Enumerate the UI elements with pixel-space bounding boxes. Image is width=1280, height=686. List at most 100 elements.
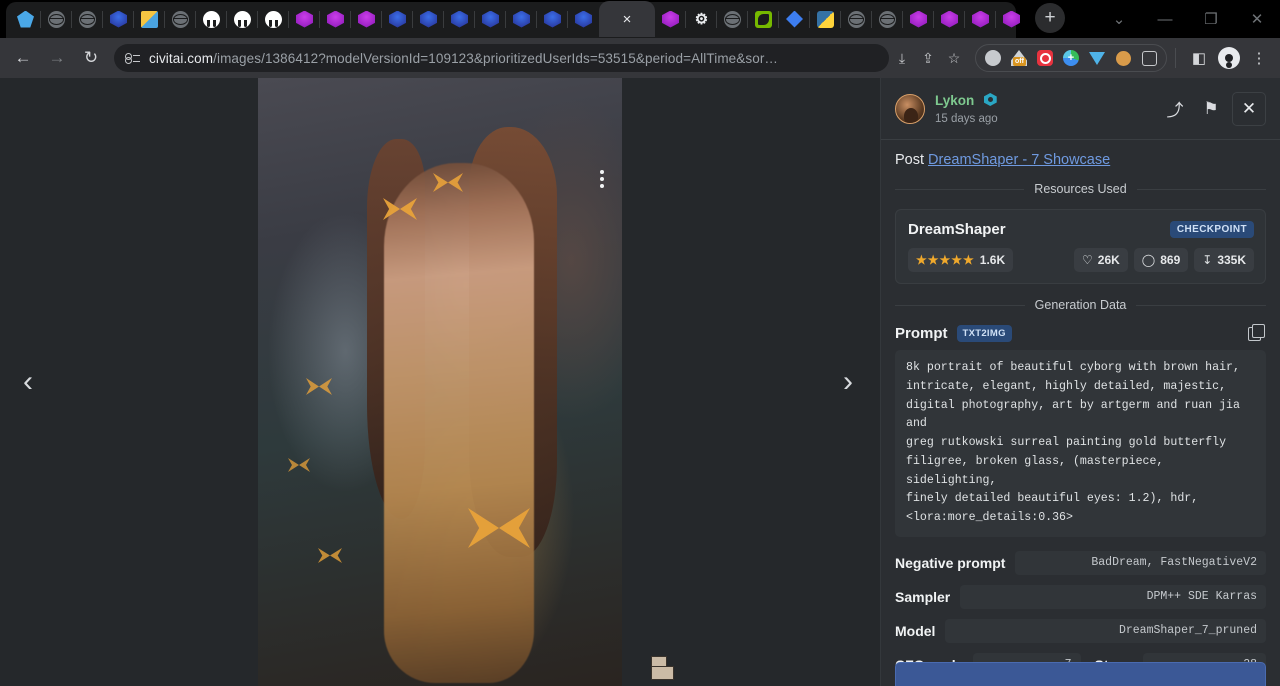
opera-extension-icon[interactable]	[1033, 46, 1057, 70]
address-bar[interactable]: civitai.com/images/1386412?modelVersionI…	[114, 44, 889, 72]
tab-list: × ⚙ +	[0, 0, 1065, 38]
generated-image[interactable]	[258, 78, 622, 686]
previous-image-button[interactable]: ‹	[6, 360, 50, 404]
unstableboard-icon	[941, 11, 958, 28]
browser-tab[interactable]	[717, 4, 748, 34]
side-panel-icon[interactable]: ◧	[1184, 43, 1214, 73]
post-timestamp: 15 days ago	[935, 112, 998, 126]
browser-tab[interactable]	[996, 4, 1027, 34]
browser-menu-icon[interactable]: ⋮	[1244, 43, 1274, 73]
share-icon[interactable]: ⤴	[1160, 94, 1190, 124]
browser-tab[interactable]	[382, 4, 413, 34]
post-label: Post	[895, 152, 924, 168]
browser-tab[interactable]	[444, 4, 475, 34]
browser-tab[interactable]	[41, 4, 72, 34]
copy-icon[interactable]	[1248, 324, 1266, 342]
gem-extension-icon[interactable]	[1085, 46, 1109, 70]
profile-avatar[interactable]	[1214, 43, 1244, 73]
tab-strip: × ⚙ + ⌄ — ❐ ✕	[0, 0, 1280, 38]
resource-card[interactable]: DreamShaper CHECKPOINT ★★★★★ 1.6K ♡ 26K	[895, 209, 1266, 284]
puzzle-extensions-icon[interactable]	[1137, 46, 1161, 70]
python-icon	[817, 11, 834, 28]
browser-tab[interactable]	[872, 4, 903, 34]
image-options-menu[interactable]	[592, 166, 612, 192]
gear-icon: ⚙	[693, 11, 710, 28]
image-details-sidebar: Lykon 15 days ago ⤴ ⚑ ✕ Post DreamShaper…	[880, 78, 1280, 686]
heart-icon: ♡	[1082, 253, 1093, 267]
maximize-button[interactable]: ❐	[1188, 0, 1234, 38]
unstableboard-icon	[662, 11, 679, 28]
adblock-off-extension-icon[interactable]: off	[1007, 46, 1031, 70]
sidebar-header: Lykon 15 days ago ⤴ ⚑ ✕	[881, 78, 1280, 126]
param-label: Model	[895, 623, 935, 639]
browser-tab[interactable]	[903, 4, 934, 34]
browser-tab[interactable]	[227, 4, 258, 34]
new-tab-button[interactable]: +	[1035, 3, 1065, 33]
civitai-icon	[575, 11, 592, 28]
browser-tab[interactable]	[134, 4, 165, 34]
browser-tab[interactable]	[10, 4, 41, 34]
bookmark-star-icon[interactable]: ☆	[941, 45, 967, 71]
tab-search-icon[interactable]: ⌄	[1096, 0, 1142, 38]
browser-tab[interactable]	[934, 4, 965, 34]
browser-tab[interactable]	[103, 4, 134, 34]
browser-tab[interactable]	[506, 4, 537, 34]
cookie-extension-icon[interactable]	[1111, 46, 1135, 70]
browser-tab[interactable]	[779, 4, 810, 34]
browser-tab[interactable]	[537, 4, 568, 34]
browser-tab[interactable]	[289, 4, 320, 34]
close-window-button[interactable]: ✕	[1234, 0, 1280, 38]
install-app-icon[interactable]: ⤓	[889, 45, 915, 71]
close-icon[interactable]: ×	[623, 12, 632, 27]
flag-report-icon[interactable]: ⚑	[1196, 94, 1226, 124]
browser-tab[interactable]	[748, 4, 779, 34]
browser-toolbar: ← → ↻ civitai.com/images/1386412?modelVe…	[0, 38, 1280, 78]
reload-button[interactable]: ↻	[74, 41, 108, 75]
next-image-button[interactable]: ›	[826, 360, 870, 404]
likes-pill[interactable]: ♡ 26K	[1074, 248, 1128, 272]
microsoft-store-icon	[141, 11, 158, 28]
post-link[interactable]: DreamShaper - 7 Showcase	[928, 152, 1110, 168]
browser-tab[interactable]	[413, 4, 444, 34]
browser-tab[interactable]	[320, 4, 351, 34]
site-settings-icon[interactable]	[124, 50, 140, 66]
downloads-pill[interactable]: ↧ 335K	[1194, 248, 1254, 272]
prompt-text[interactable]: 8k portrait of beautiful cyborg with bro…	[895, 350, 1266, 536]
txt2img-badge: TXT2IMG	[957, 325, 1012, 342]
browser-tab[interactable]	[568, 4, 599, 34]
browser-tab[interactable]: ⚙	[686, 4, 717, 34]
browser-tab[interactable]	[655, 4, 686, 34]
browser-tab[interactable]	[196, 4, 227, 34]
globe-icon	[48, 11, 65, 28]
share-icon[interactable]: ⇪	[915, 45, 941, 71]
minimize-button[interactable]: —	[1142, 0, 1188, 38]
active-tab[interactable]: ×	[599, 1, 655, 37]
browser-tab[interactable]	[475, 4, 506, 34]
browser-tab[interactable]	[965, 4, 996, 34]
avatar[interactable]	[895, 94, 925, 124]
comments-pill[interactable]: ◯ 869	[1134, 248, 1188, 272]
forward-button[interactable]: →	[40, 41, 74, 75]
back-button[interactable]: ←	[6, 41, 40, 75]
translate-extension-icon[interactable]	[1059, 46, 1083, 70]
close-icon[interactable]: ✕	[1232, 92, 1266, 126]
rating-pill[interactable]: ★★★★★ 1.6K	[908, 248, 1013, 272]
browser-tab[interactable]	[810, 4, 841, 34]
copy-generation-data-button[interactable]	[895, 662, 1266, 686]
username[interactable]: Lykon	[935, 93, 974, 110]
globe-extension-icon[interactable]	[981, 46, 1005, 70]
tabs-before-active	[10, 4, 599, 34]
browser-tab[interactable]	[351, 4, 382, 34]
resource-name[interactable]: DreamShaper	[908, 221, 1006, 238]
civitai-icon	[513, 11, 530, 28]
browser-tab[interactable]	[841, 4, 872, 34]
browser-tab[interactable]	[72, 4, 103, 34]
browser-tab[interactable]	[258, 4, 289, 34]
civitai-icon	[544, 11, 561, 28]
civitai-icon	[482, 11, 499, 28]
param-value: BadDream, FastNegativeV2	[1015, 551, 1266, 575]
sidebar-header-actions: ⤴ ⚑ ✕	[1160, 92, 1266, 126]
unstableboard-icon	[358, 11, 375, 28]
unstableboard-icon	[296, 11, 313, 28]
browser-tab[interactable]	[165, 4, 196, 34]
